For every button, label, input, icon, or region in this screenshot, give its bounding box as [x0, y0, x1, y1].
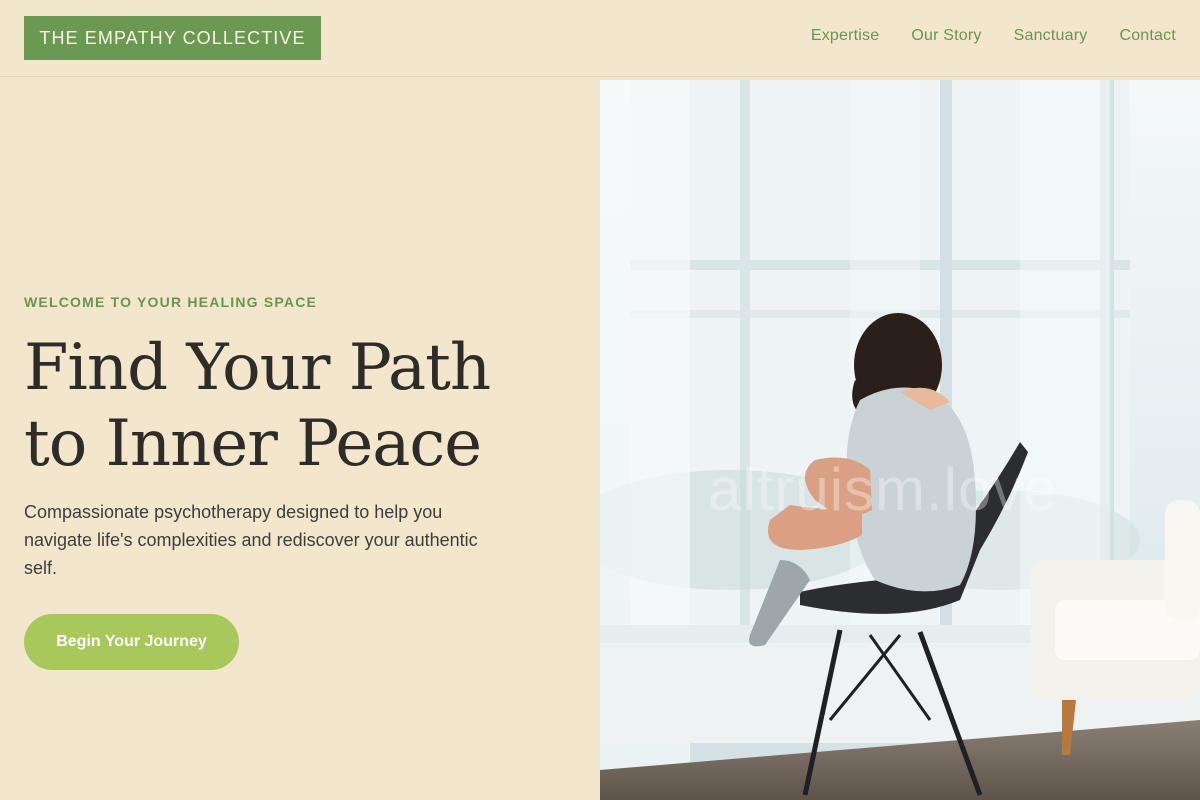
brand-logo[interactable]: THE EMPATHY COLLECTIVE — [24, 16, 321, 60]
nav-link-sanctuary[interactable]: Sanctuary — [1014, 27, 1088, 45]
hero-description: Compassionate psychotherapy designed to … — [24, 502, 478, 578]
hero-headline: Find Your Path to Inner Peace — [24, 330, 584, 482]
headline-line-1: Find Your Path — [24, 331, 491, 405]
site-header: THE EMPATHY COLLECTIVE Expertise Our Sto… — [0, 0, 1200, 77]
woman-on-chair-illustration — [600, 80, 1200, 800]
begin-journey-button[interactable]: Begin Your Journey — [24, 614, 239, 670]
hero-eyebrow: WELCOME TO YOUR HEALING SPACE — [24, 294, 318, 310]
hero-photo — [600, 80, 1200, 800]
nav-link-our-story[interactable]: Our Story — [911, 27, 981, 45]
headline-line-2: to Inner Peace — [24, 407, 482, 481]
nav-link-contact[interactable]: Contact — [1119, 27, 1176, 45]
main-nav: Expertise Our Story Sanctuary Contact — [811, 0, 1176, 72]
nav-link-expertise[interactable]: Expertise — [811, 27, 880, 45]
